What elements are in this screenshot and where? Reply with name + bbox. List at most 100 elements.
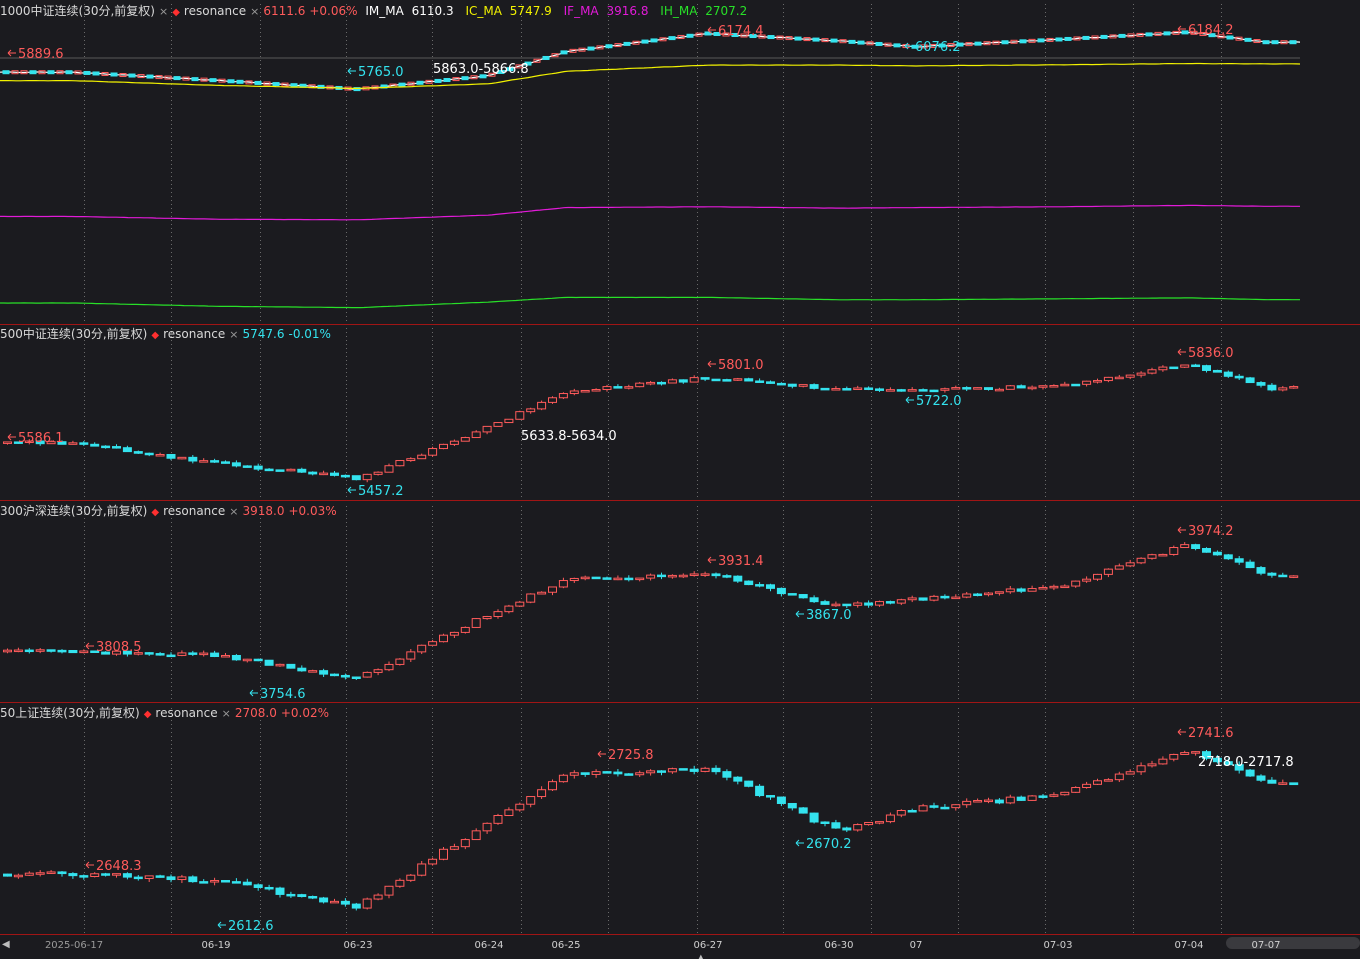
candle-body xyxy=(580,772,590,775)
im-candle xyxy=(875,41,883,46)
candle-body xyxy=(1202,365,1211,371)
candle-body xyxy=(46,649,56,652)
indicator-name[interactable]: resonance xyxy=(163,327,225,341)
candle-body xyxy=(406,458,416,462)
indicator-dot-icon: ◆ xyxy=(172,7,180,18)
candle-body xyxy=(809,812,819,823)
candle-body xyxy=(646,381,656,385)
annotation-arrow xyxy=(597,750,606,758)
candle-body xyxy=(526,408,536,413)
candle-body xyxy=(831,388,841,391)
indicator-name[interactable]: resonance xyxy=(184,4,246,18)
close-icon[interactable]: × xyxy=(229,505,238,518)
im-candle xyxy=(848,39,856,44)
candle-body xyxy=(1147,554,1157,559)
candle-body xyxy=(548,397,557,403)
im-candle xyxy=(92,71,100,76)
im-candle xyxy=(668,36,676,41)
candle-body xyxy=(1005,588,1015,593)
x-tick-label: 07 xyxy=(910,940,923,951)
candle-body xyxy=(340,474,350,478)
candle-body xyxy=(1093,573,1102,580)
candle-body xyxy=(602,577,612,580)
candle-body xyxy=(1136,765,1146,773)
panel-change: -0.01% xyxy=(288,327,331,341)
candle-body xyxy=(700,573,710,576)
candle-body xyxy=(1180,752,1190,755)
panel-header-im: 1000中证连续(30分,前复权) × ◆ resonance × 6111.6 +0.06… xyxy=(0,2,755,20)
im-candle xyxy=(29,70,37,75)
candle-body xyxy=(1027,795,1037,801)
candle-body xyxy=(667,379,677,384)
candle-body xyxy=(460,839,470,848)
scroll-left-icon[interactable]: ◀ xyxy=(2,939,10,950)
candle-body xyxy=(264,886,274,890)
candle-body xyxy=(166,876,176,881)
candle-body xyxy=(1103,779,1113,782)
close-icon[interactable]: × xyxy=(229,328,238,341)
candle-body xyxy=(864,387,874,390)
candle-body xyxy=(1093,380,1102,383)
candle-body xyxy=(842,827,852,831)
candle-body xyxy=(144,452,154,456)
indicator-name[interactable]: resonance xyxy=(155,706,217,720)
candle-body xyxy=(1016,588,1026,592)
close-icon[interactable]: × xyxy=(159,5,168,18)
candle-body xyxy=(766,795,775,798)
candle-body xyxy=(199,881,209,884)
candle-body xyxy=(787,802,797,809)
candle-body xyxy=(678,379,688,383)
candle-body xyxy=(1169,753,1179,760)
candle-body xyxy=(210,880,220,883)
x-tick-label: 06-27 xyxy=(693,940,722,951)
panel-header-ih: 50上证连续(30分,前复权) ◆ resonance × 2708.0 +0.02% xyxy=(0,704,333,722)
candle-body xyxy=(820,387,830,391)
candle-body xyxy=(1245,377,1255,384)
candle-body xyxy=(646,574,656,579)
candle-body xyxy=(286,893,296,897)
im-candle xyxy=(110,72,118,77)
candle-body xyxy=(395,460,405,467)
candle-body xyxy=(940,595,950,599)
candle-body xyxy=(755,380,765,383)
indicator-name[interactable]: resonance xyxy=(163,504,225,518)
annotation-label: 5801.0 xyxy=(718,358,764,373)
candle-body xyxy=(624,773,634,776)
candle-body xyxy=(199,652,209,656)
chart-area[interactable]: 5889.6 5765.0 5863.0-5866.8 6174.4 6076.2 618… xyxy=(0,0,1360,959)
candle-body xyxy=(395,879,405,887)
candle-body xyxy=(1191,544,1201,549)
candle-body xyxy=(635,382,645,388)
close-icon[interactable]: × xyxy=(222,707,231,720)
candle-body xyxy=(624,386,634,389)
candle-body xyxy=(962,387,972,390)
close-icon[interactable]: × xyxy=(250,5,259,18)
candle-body xyxy=(973,593,983,597)
candle-body xyxy=(1071,787,1081,793)
candle-body xyxy=(449,846,459,850)
candle-body xyxy=(526,593,536,603)
candle-body xyxy=(1278,574,1288,578)
candle-body xyxy=(308,471,318,475)
im-candle xyxy=(290,83,298,88)
annotation-label: 3867.0 xyxy=(806,608,852,623)
candle-body xyxy=(242,465,252,468)
annotation-arrow xyxy=(217,921,226,929)
if-ma-line xyxy=(0,204,1300,221)
candle-body xyxy=(657,574,666,578)
panel-value: 3918.0 xyxy=(242,504,285,518)
candle-body xyxy=(1114,376,1124,380)
candle-body xyxy=(155,653,165,656)
x-tick-label: 06-24 xyxy=(474,940,503,951)
candle-body xyxy=(820,821,830,825)
candle-body xyxy=(1256,382,1266,386)
im-candle xyxy=(209,78,217,83)
candle-body xyxy=(918,805,928,812)
annotation-arrow xyxy=(1177,728,1186,736)
im-candle xyxy=(128,73,136,78)
candle-body xyxy=(439,634,448,643)
candle-body xyxy=(569,390,579,395)
candle-body xyxy=(962,593,972,598)
candle-body xyxy=(744,378,754,382)
candle-body xyxy=(319,670,329,675)
